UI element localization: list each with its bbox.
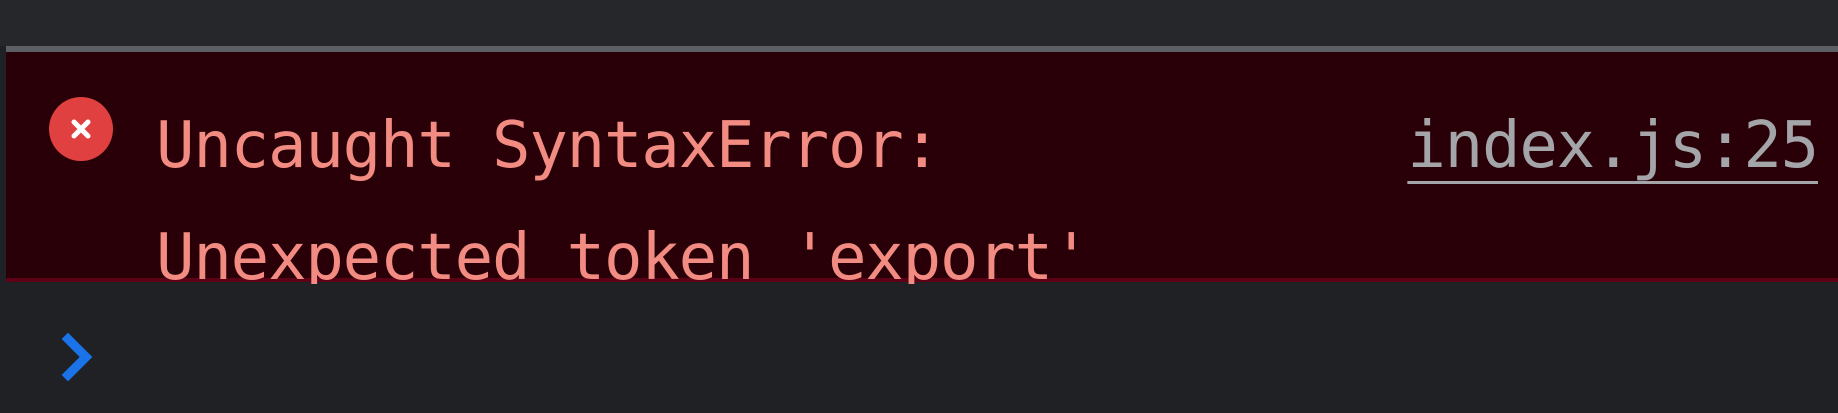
console-prompt[interactable] [0, 284, 1838, 413]
devtools-console: Uncaught SyntaxError: Unexpected token '… [0, 0, 1838, 413]
chevron-right-icon [61, 333, 93, 381]
console-input[interactable] [130, 314, 1790, 394]
source-file-link[interactable]: index.js:25 [1407, 90, 1819, 202]
error-message-text: Uncaught SyntaxError: Unexpected token '… [156, 109, 1090, 295]
console-top-bar [0, 0, 1838, 46]
error-circle-x-icon [49, 97, 113, 161]
console-error-message: Uncaught SyntaxError: Unexpected token '… [6, 52, 1838, 295]
